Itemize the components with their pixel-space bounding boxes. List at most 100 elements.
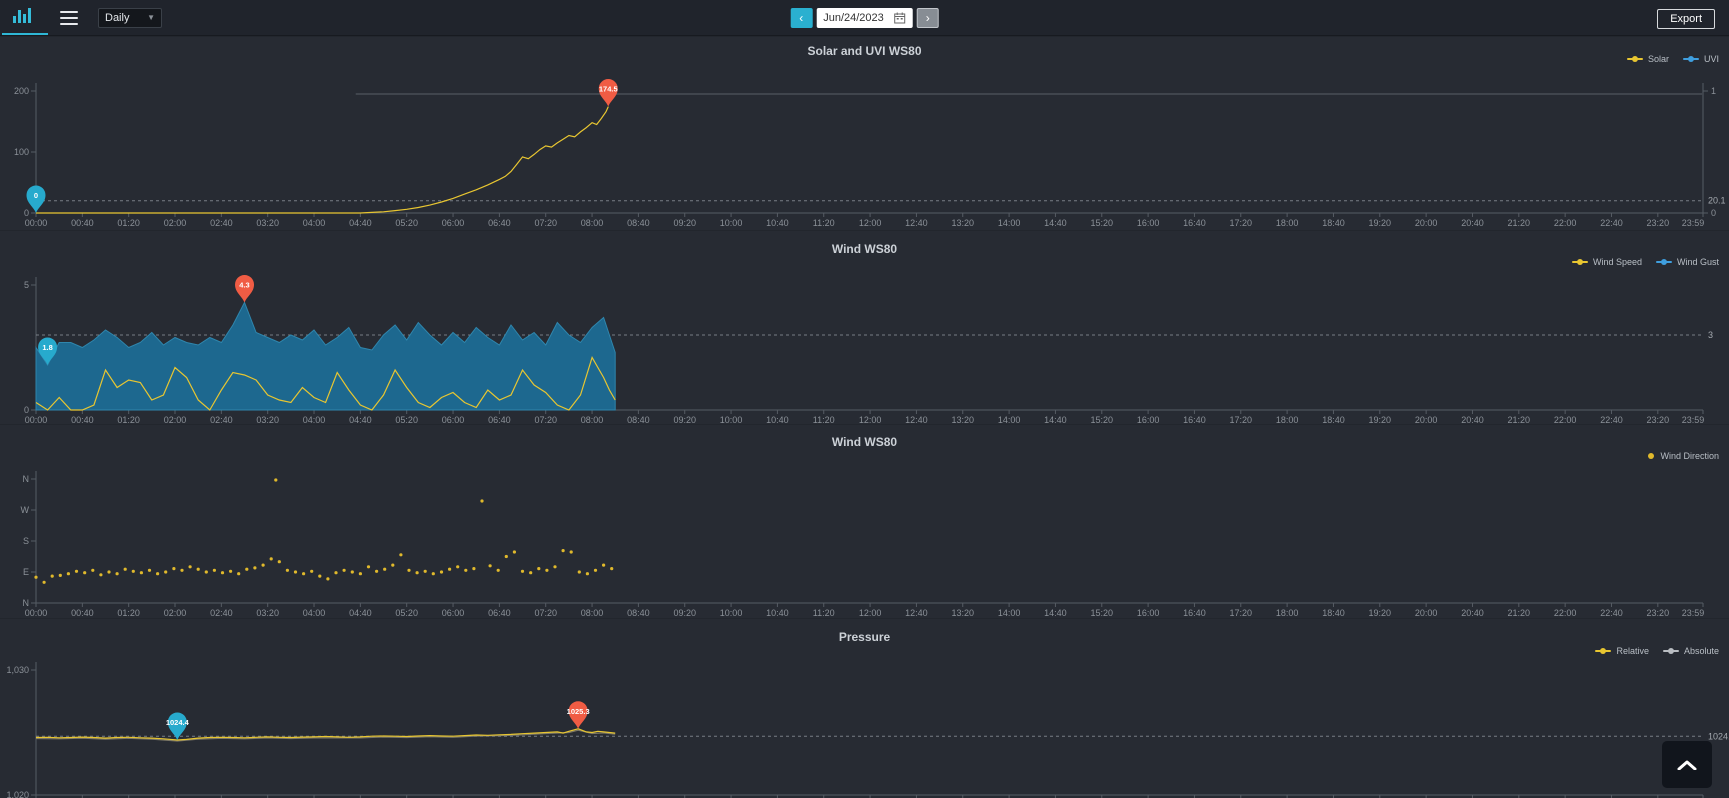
svg-text:20.1: 20.1 [1708,196,1726,206]
svg-text:0: 0 [24,405,29,415]
scroll-to-top-button[interactable] [1662,741,1712,788]
svg-text:E: E [23,567,29,577]
svg-text:12:40: 12:40 [905,218,928,228]
active-tab-underline [2,33,48,35]
svg-text:1: 1 [1711,86,1716,96]
svg-text:20:00: 20:00 [1415,608,1438,618]
svg-text:14:40: 14:40 [1044,218,1067,228]
svg-text:22:40: 22:40 [1600,608,1623,618]
solar-uvi-plot[interactable]: 20010001000:0000:4001:2002:0002:4003:200… [0,37,1729,231]
svg-text:02:00: 02:00 [164,608,187,618]
svg-text:W: W [21,505,30,515]
svg-text:10:40: 10:40 [766,608,789,618]
svg-text:N: N [23,474,30,484]
svg-text:22:40: 22:40 [1600,218,1623,228]
top-bar: Daily ▼ ‹ Jun/24/2023 › Export [0,0,1729,36]
svg-text:01:20: 01:20 [117,218,140,228]
svg-text:08:40: 08:40 [627,218,650,228]
svg-text:11:20: 11:20 [813,608,835,618]
svg-text:19:20: 19:20 [1369,608,1392,618]
svg-text:23:20: 23:20 [1647,218,1670,228]
chart-solar-uvi: Solar and UVI WS80 SolarUVI 20010001000:… [0,36,1729,230]
svg-text:14:00: 14:00 [998,608,1021,618]
svg-text:0: 0 [1711,208,1716,218]
svg-text:17:20: 17:20 [1230,218,1253,228]
svg-text:04:40: 04:40 [349,218,372,228]
svg-text:3: 3 [1708,330,1713,340]
svg-text:N: N [23,598,30,608]
calendar-icon [894,12,906,24]
wind-speed-gust-plot[interactable]: 5000:0000:4001:2002:0002:4003:2004:0004:… [0,231,1729,425]
chart-pressure: Pressure RelativeAbsolute 1,0301,0201024… [0,618,1729,798]
svg-text:02:00: 02:00 [164,218,187,228]
svg-text:22:00: 22:00 [1554,608,1577,618]
svg-text:10:00: 10:00 [720,608,743,618]
svg-text:20:00: 20:00 [1415,218,1438,228]
svg-text:18:00: 18:00 [1276,218,1299,228]
svg-text:20:40: 20:40 [1461,608,1484,618]
bar-chart-icon [12,8,32,25]
svg-text:23:20: 23:20 [1647,608,1670,618]
svg-text:21:20: 21:20 [1508,218,1531,228]
svg-text:13:20: 13:20 [951,218,974,228]
chevron-down-icon: ▼ [147,13,155,22]
svg-text:03:20: 03:20 [256,218,279,228]
svg-text:03:20: 03:20 [256,608,279,618]
svg-text:02:40: 02:40 [210,218,233,228]
svg-text:06:40: 06:40 [488,608,511,618]
range-select[interactable]: Daily ▼ [98,8,162,28]
svg-text:21:20: 21:20 [1508,608,1531,618]
svg-text:5: 5 [24,280,29,290]
svg-text:18:00: 18:00 [1276,608,1299,618]
hamburger-menu-icon[interactable] [60,11,78,25]
svg-text:22:00: 22:00 [1554,218,1577,228]
svg-text:174.5: 174.5 [599,85,618,94]
svg-text:12:00: 12:00 [859,218,882,228]
svg-text:1,030: 1,030 [6,665,29,675]
date-value: Jun/24/2023 [823,12,884,24]
svg-text:16:40: 16:40 [1183,608,1206,618]
svg-text:06:00: 06:00 [442,608,465,618]
svg-text:04:00: 04:00 [303,218,326,228]
svg-text:12:00: 12:00 [859,608,882,618]
range-select-value: Daily [105,12,129,24]
app-logo[interactable] [0,0,50,36]
svg-text:1.8: 1.8 [42,343,52,352]
date-navigation: ‹ Jun/24/2023 › [790,8,939,28]
svg-text:14:00: 14:00 [998,218,1021,228]
weather-dashboard: Daily ▼ ‹ Jun/24/2023 › Export Solar and… [0,0,1729,798]
prev-date-button[interactable]: ‹ [790,8,812,28]
svg-text:16:40: 16:40 [1183,218,1206,228]
svg-text:23:59: 23:59 [1682,218,1705,228]
wind-direction-plot[interactable]: NWSEN00:0000:4001:2002:0002:4003:2004:00… [0,425,1729,619]
svg-text:0: 0 [34,191,38,200]
svg-text:100: 100 [14,147,29,157]
svg-text:01:20: 01:20 [117,608,140,618]
export-button[interactable]: Export [1657,9,1715,29]
svg-text:05:20: 05:20 [395,608,418,618]
pressure-plot[interactable]: 1,0301,0201024.71024.41025.3 [0,619,1729,798]
next-date-button[interactable]: › [917,8,939,28]
svg-text:08:00: 08:00 [581,608,604,618]
svg-text:06:00: 06:00 [442,218,465,228]
svg-text:23:59: 23:59 [1682,608,1705,618]
svg-text:1024.7: 1024.7 [1708,731,1729,741]
svg-text:09:20: 09:20 [673,608,696,618]
svg-text:1,020: 1,020 [6,790,29,798]
svg-text:06:40: 06:40 [488,218,511,228]
svg-text:14:40: 14:40 [1044,608,1067,618]
svg-text:18:40: 18:40 [1322,608,1345,618]
svg-text:0: 0 [24,208,29,218]
svg-text:15:20: 15:20 [1091,608,1114,618]
svg-text:15:20: 15:20 [1091,218,1114,228]
chart-wind-speed-gust: Wind WS80 Wind SpeedWind Gust 5000:0000:… [0,230,1729,424]
svg-text:18:40: 18:40 [1322,218,1345,228]
svg-text:04:40: 04:40 [349,608,372,618]
svg-text:00:00: 00:00 [25,608,48,618]
svg-text:08:00: 08:00 [581,218,604,228]
svg-text:00:00: 00:00 [25,218,48,228]
svg-text:02:40: 02:40 [210,608,233,618]
date-input[interactable]: Jun/24/2023 [816,8,913,28]
svg-text:S: S [23,536,29,546]
svg-text:09:20: 09:20 [673,218,696,228]
